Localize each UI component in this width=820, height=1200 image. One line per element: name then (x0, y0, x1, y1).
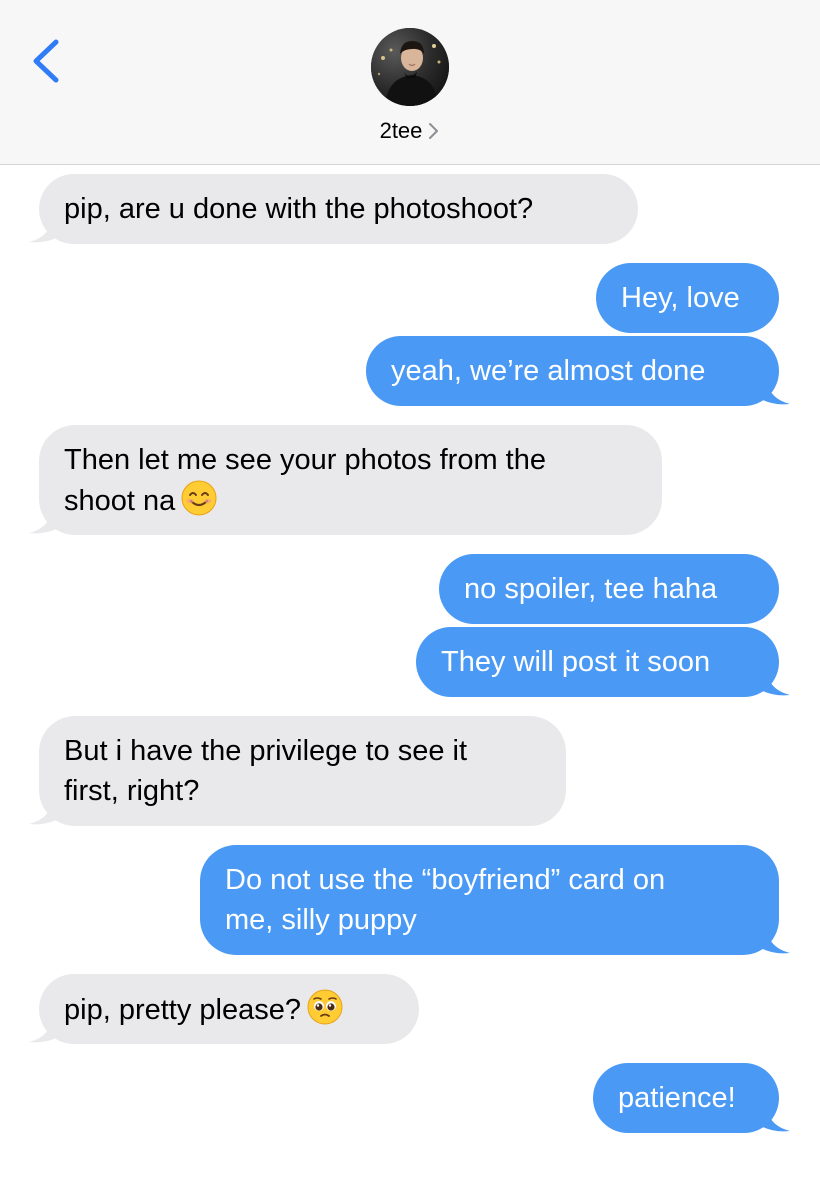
message-thread: pip, are u done with the photoshoot? Hey… (0, 0, 820, 1200)
pleading-face-emoji (307, 989, 343, 1036)
incoming-bubble-tail (29, 1012, 63, 1043)
outgoing-bubble-tail (756, 1101, 790, 1132)
message-text: no spoiler, tee haha (464, 573, 718, 605)
outgoing-message-bubble[interactable]: patience! (593, 1063, 779, 1133)
incoming-message-bubble[interactable]: pip, are u done with the photoshoot? (39, 174, 638, 244)
message-text: shoot na (64, 485, 176, 517)
message-text: yeah, we’re almost done (391, 355, 706, 387)
incoming-bubble-tail (29, 503, 63, 534)
message-text-line: me, silly puppy (225, 904, 417, 936)
outgoing-message-bubble[interactable]: no spoiler, tee haha (439, 554, 779, 624)
outgoing-bubble-tail (756, 665, 790, 696)
message-text: patience! (618, 1082, 736, 1114)
message-text-line: But i have the privilege to see it (64, 735, 468, 767)
message-text: pip, are u done with the photoshoot? (64, 193, 534, 225)
message-text: pip, pretty please? (64, 994, 301, 1026)
message-text-line: shoot na (64, 480, 637, 527)
incoming-message-bubble[interactable]: pip, pretty please? (39, 974, 419, 1044)
outgoing-bubble-tail (756, 374, 790, 405)
message-text-line: Do not use the “boyfriend” card on (225, 864, 666, 896)
message-text-line: first, right? (64, 775, 200, 807)
smiling-face-emoji (181, 480, 217, 527)
outgoing-message-bubble[interactable]: Hey, love (596, 263, 779, 333)
message-text: Hey, love (621, 282, 740, 314)
outgoing-message-bubble[interactable]: Do not use the “boyfriend” card on me, s… (200, 845, 779, 955)
incoming-bubble-tail (29, 794, 63, 825)
incoming-message-bubble[interactable]: But i have the privilege to see it first… (39, 716, 566, 826)
outgoing-bubble-tail (756, 923, 790, 954)
message-text: They will post it soon (441, 646, 711, 678)
message-text-line: Then let me see your photos from the (64, 444, 546, 476)
outgoing-message-bubble[interactable]: yeah, we’re almost done (366, 336, 779, 406)
outgoing-message-bubble[interactable]: They will post it soon (416, 627, 779, 697)
incoming-message-bubble[interactable]: Then let me see your photos from the sho… (39, 425, 662, 535)
incoming-bubble-tail (29, 212, 63, 243)
